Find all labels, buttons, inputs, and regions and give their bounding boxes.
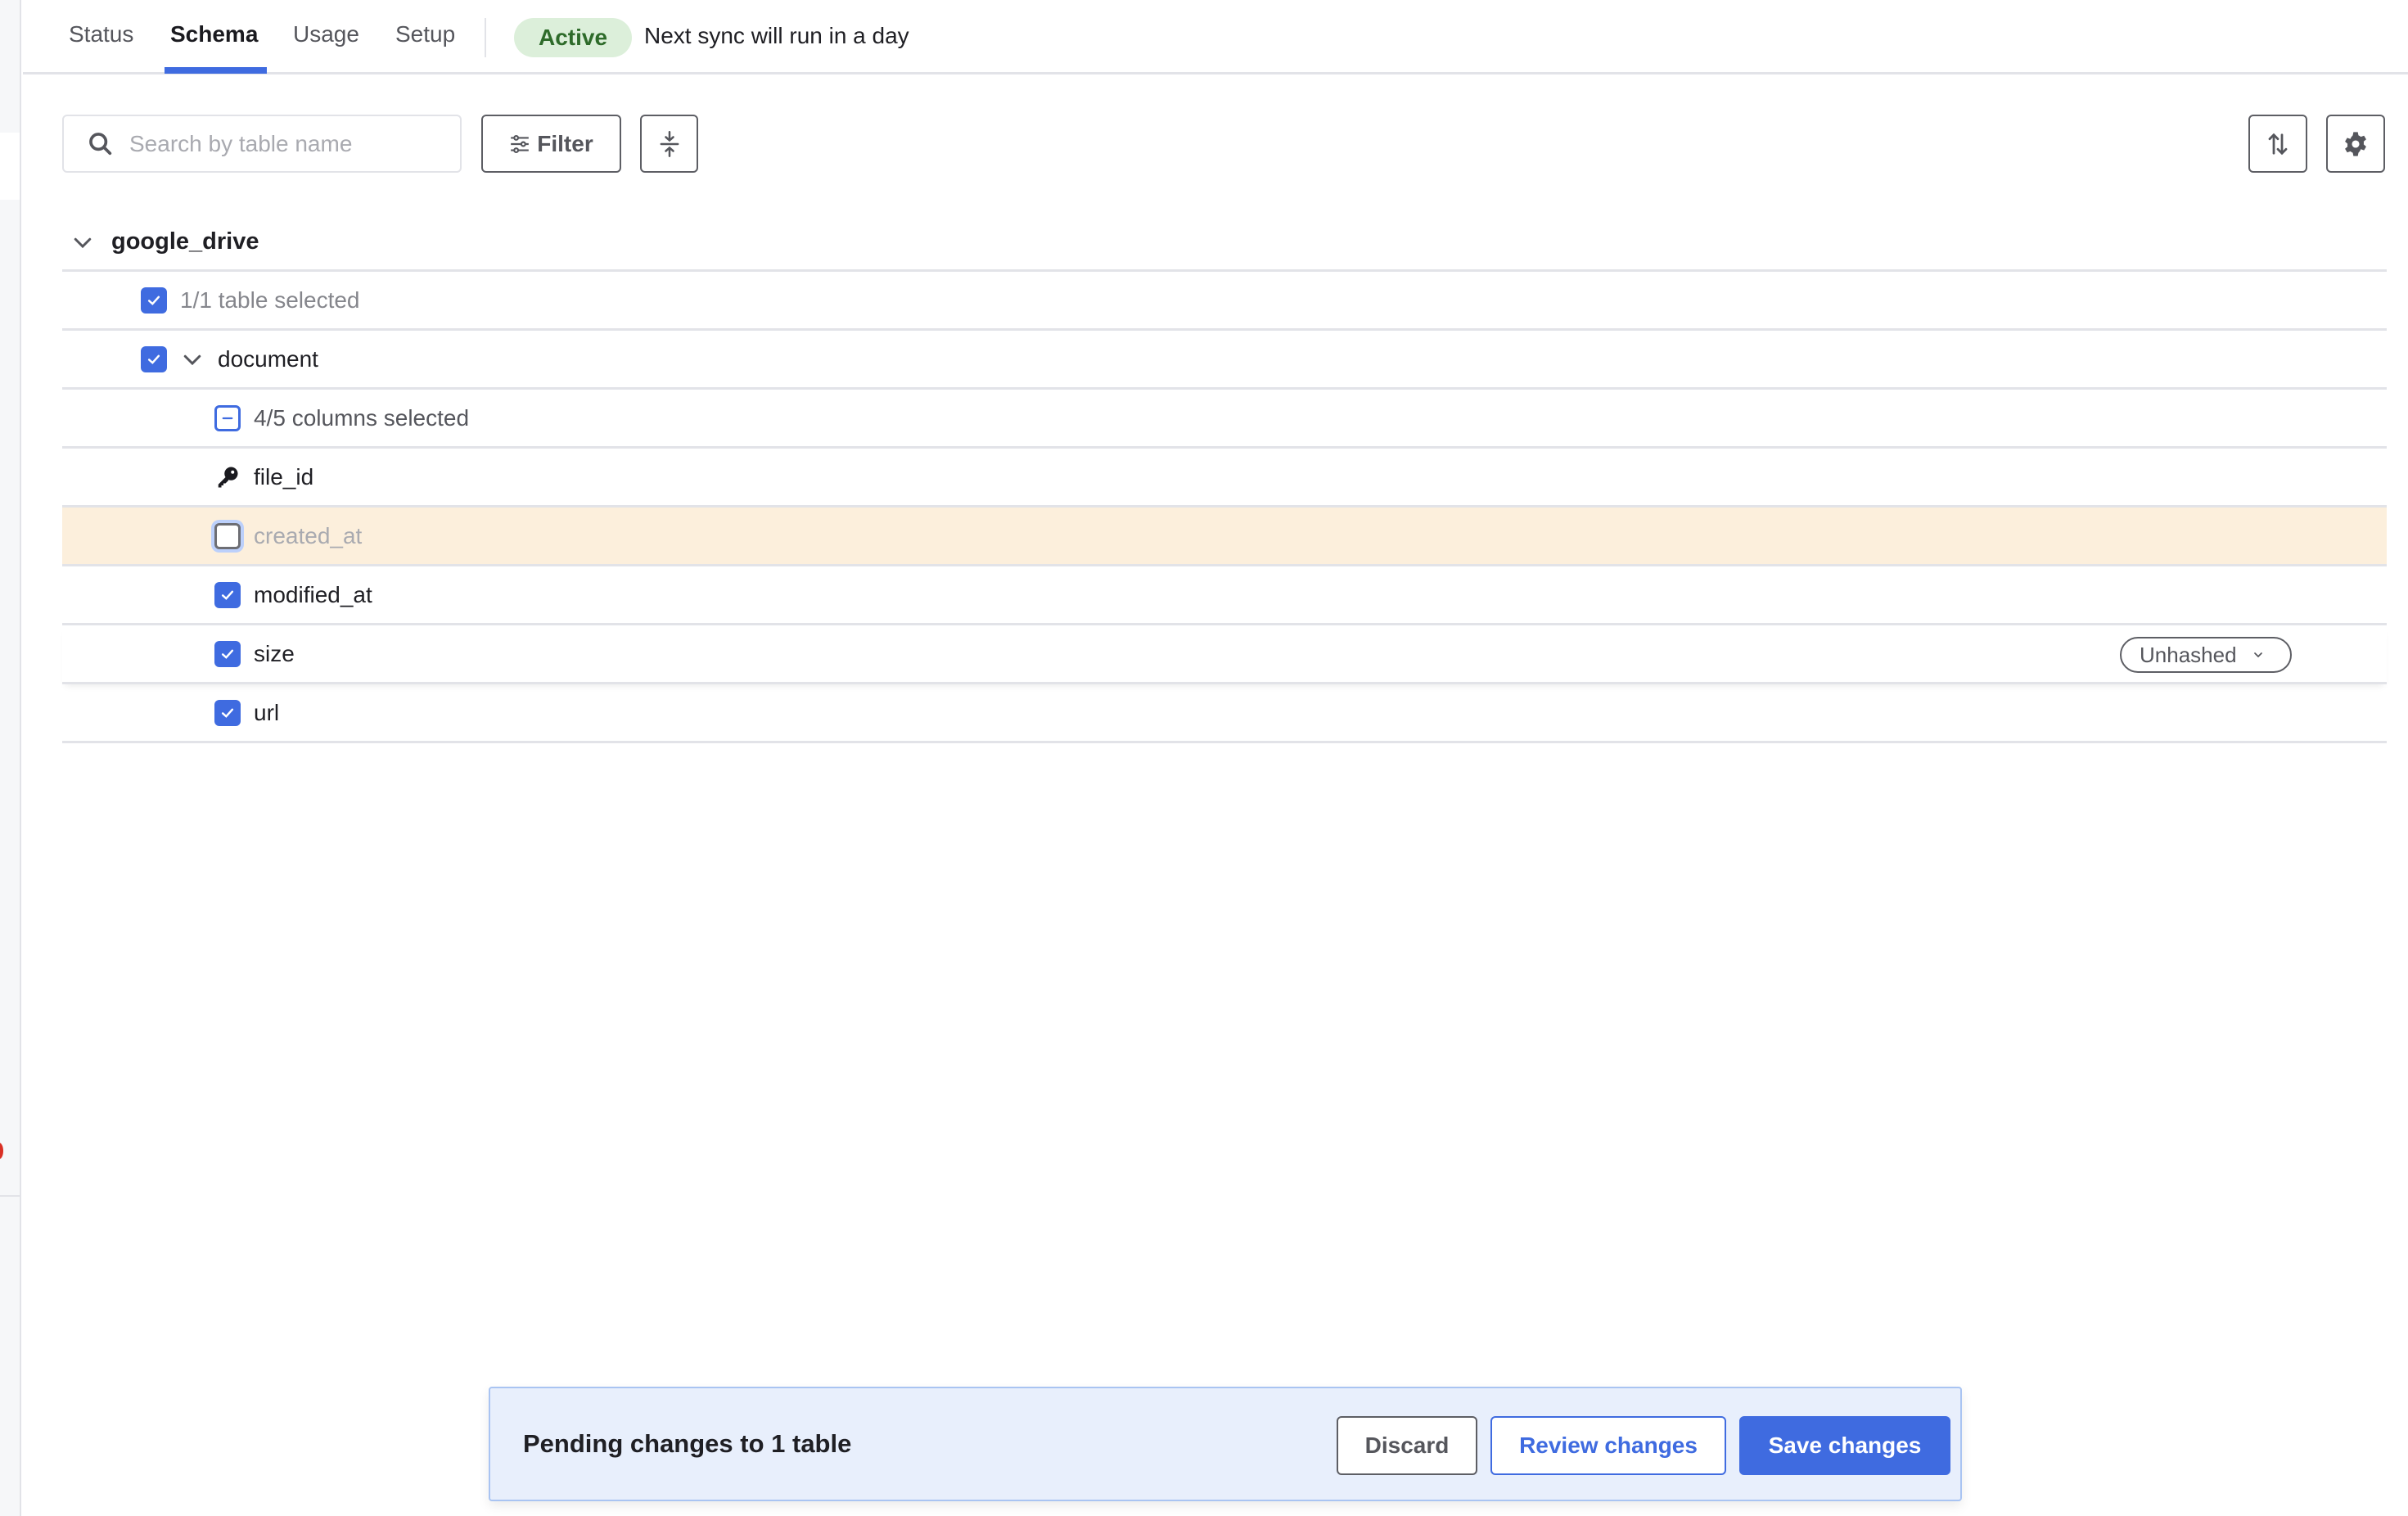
chevron-down-icon[interactable] <box>180 347 205 372</box>
search-input[interactable] <box>129 130 440 157</box>
chevron-down-icon <box>2253 652 2262 658</box>
sidebar-collapsed <box>0 0 21 1516</box>
column-name: file_id <box>254 463 314 490</box>
column-name: modified_at <box>254 581 372 607</box>
hashing-value: Unhashed <box>2140 642 2237 667</box>
next-sync-text: Next sync will run in a day <box>644 23 909 48</box>
schema-row[interactable]: google_drive <box>62 214 2387 272</box>
table-checkbox[interactable] <box>141 345 167 372</box>
pending-changes-title: Pending changes to 1 table <box>523 1429 852 1458</box>
main-content: Status Schema Usage Setup Active Next sy… <box>23 0 2408 1516</box>
schema-tree: google_drive 1/1 table selected document… <box>62 214 2387 743</box>
filter-button[interactable]: Filter <box>481 115 621 173</box>
schema-name: google_drive <box>111 228 259 255</box>
active-tab-indicator <box>165 67 267 74</box>
column-name: url <box>254 699 280 725</box>
column-row: size Unhashed <box>62 625 2387 684</box>
collapse-all-button[interactable] <box>640 115 698 173</box>
select-all-tables-checkbox[interactable] <box>141 287 167 314</box>
collapse-all-icon <box>660 130 679 157</box>
tables-summary: 1/1 table selected <box>180 287 360 313</box>
notification-dot <box>0 1143 3 1159</box>
column-checkbox[interactable] <box>214 581 241 608</box>
column-row: url <box>62 684 2387 743</box>
column-name: created_at <box>254 522 363 548</box>
table-row[interactable]: document <box>62 331 2387 390</box>
tab-status[interactable]: Status <box>69 21 133 67</box>
key-icon <box>214 464 241 490</box>
settings-button[interactable] <box>2326 115 2385 173</box>
hashing-select[interactable]: Unhashed <box>2120 637 2292 673</box>
column-checkbox[interactable] <box>214 640 241 667</box>
tab-bar: Status Schema Usage Setup Active Next sy… <box>23 0 2408 74</box>
sliders-icon <box>511 134 530 153</box>
columns-summary-row: 4/5 columns selected <box>62 390 2387 449</box>
check-icon <box>147 354 160 364</box>
review-changes-button[interactable]: Review changes <box>1490 1416 1726 1475</box>
sidebar-selected-item[interactable] <box>0 133 20 200</box>
column-row: file_id <box>62 449 2387 508</box>
columns-summary: 4/5 columns selected <box>254 404 470 431</box>
column-name: size <box>254 640 295 666</box>
sort-button[interactable] <box>2248 115 2307 173</box>
save-changes-button[interactable]: Save changes <box>1739 1416 1950 1475</box>
filter-label: Filter <box>537 130 593 156</box>
sort-icon <box>2268 133 2288 155</box>
column-checkbox[interactable] <box>214 699 241 726</box>
tab-schema[interactable]: Schema <box>170 21 258 67</box>
sidebar-divider <box>0 1195 20 1197</box>
chevron-down-icon[interactable] <box>70 230 95 255</box>
check-icon <box>221 590 234 600</box>
tab-divider <box>485 18 486 57</box>
tables-summary-row: 1/1 table selected <box>62 272 2387 331</box>
status-badge: Active <box>514 18 633 57</box>
check-icon <box>221 708 234 718</box>
search-icon <box>89 132 112 155</box>
check-icon <box>147 296 160 305</box>
discard-button[interactable]: Discard <box>1337 1416 1477 1475</box>
search-field[interactable] <box>62 115 462 173</box>
select-all-columns-checkbox[interactable] <box>214 404 241 431</box>
column-checkbox[interactable] <box>214 522 241 549</box>
table-name: document <box>218 345 318 372</box>
pending-changes-bar: Pending changes to 1 table Discard Revie… <box>489 1387 1962 1501</box>
tab-usage[interactable]: Usage <box>293 21 359 67</box>
minus-icon <box>222 417 233 419</box>
column-row: modified_at <box>62 566 2387 625</box>
check-icon <box>221 649 234 659</box>
column-row-changed: created_at <box>62 508 2387 566</box>
gear-icon <box>2345 131 2366 156</box>
tab-setup[interactable]: Setup <box>395 21 455 67</box>
